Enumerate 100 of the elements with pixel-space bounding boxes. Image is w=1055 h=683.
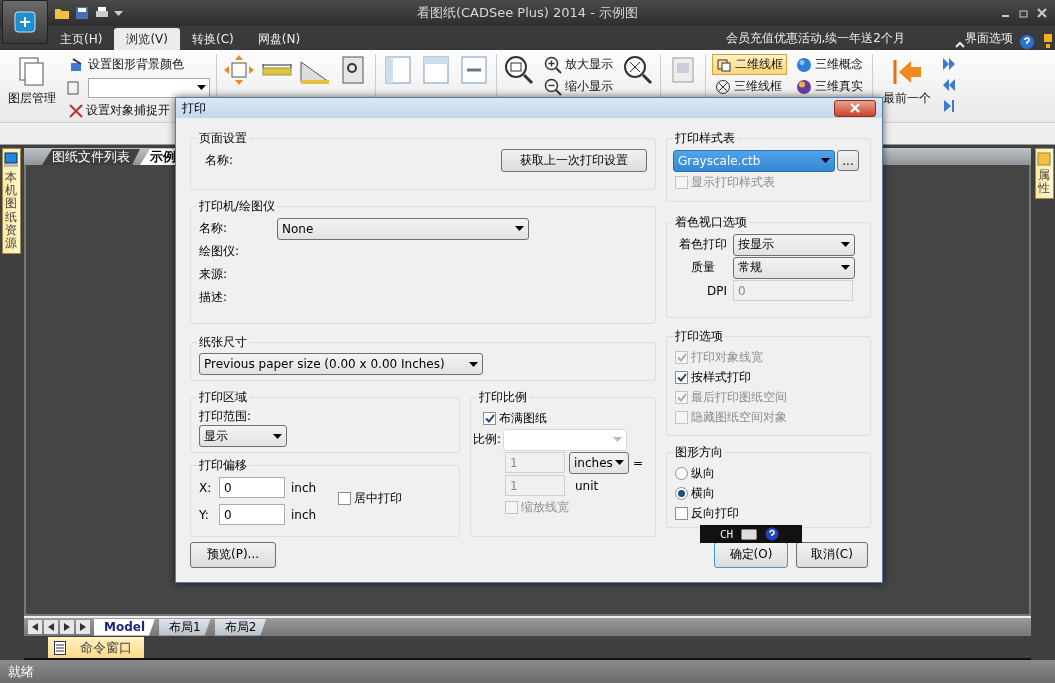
dropdown[interactable]: None [277,217,529,240]
interface-options-menu[interactable]: 界面选项 [965,29,1013,47]
zoom-out-icon[interactable] [544,77,562,96]
properties-icon [1037,152,1051,166]
sphere-icon [796,56,812,73]
check-icon [676,392,687,402]
computer-icon [4,152,18,168]
group-title: 打印选项 [674,328,724,345]
field-label: 来源: [199,266,228,283]
menu-tab[interactable]: 转换(C) [179,28,246,50]
zoom-in-icon[interactable] [544,55,562,74]
dropdown[interactable]: 按显示 [733,233,855,256]
menu-tab[interactable]: 浏览(V) [114,28,180,50]
keyboard-icon [741,528,758,540]
dropdown[interactable]: 常规 [733,256,855,279]
first-button[interactable]: 最前一个 [879,54,935,109]
group-title: 打印区域 [198,389,248,406]
restore-icon[interactable] [1019,8,1029,18]
field-label: 描述: [199,289,228,306]
layout-tab[interactable]: 布局2 [214,618,267,636]
caret-icon [613,437,623,442]
caret-icon [615,460,624,465]
equals-sign: = [633,455,644,470]
promo-link[interactable]: 会员充值优惠活动,续一年送2个月 [725,29,905,47]
unit-label: inch [291,480,317,495]
side-panel-label: 属性 [1038,169,1050,196]
field-label: Y: [199,507,210,522]
app-logo-icon [12,9,38,35]
visual-style-button[interactable]: 二维线框 [712,54,787,75]
caret-icon [469,361,478,367]
nav-button[interactable] [44,620,58,634]
background-color-button[interactable]: 设置图形背景颜色 [66,54,210,75]
nav-button[interactable] [60,620,74,634]
group-title: 打印样式表 [674,130,736,147]
layer-manager-button[interactable]: 图层管理 [4,54,60,109]
y-offset-input[interactable]: 0 [219,504,285,525]
close-icon [850,103,860,113]
layout-tab[interactable]: Model [94,618,156,636]
help-icon[interactable] [1019,34,1035,50]
close-button[interactable] [834,99,876,117]
help-icon [765,527,780,541]
square-icon [716,56,732,73]
ime-toolbar[interactable]: CH [700,525,802,543]
group-title: 纸张尺寸 [198,334,248,351]
caret-icon [114,10,123,16]
checkbox[interactable]: 布满图纸 [483,408,647,428]
zoom-icon[interactable] [503,54,535,86]
ok-button[interactable]: 确定(O) [714,541,788,568]
checkbox[interactable]: 居中打印 [338,488,403,508]
save-icon[interactable] [74,5,90,21]
checkbox[interactable]: 反向打印 [675,503,862,523]
visual-style-button[interactable]: 三维真实 [793,76,866,97]
layout-tab[interactable]: 布局1 [159,618,211,636]
check-icon [676,352,687,362]
document-tab[interactable]: 图纸文件列表 [42,149,140,165]
radio-button[interactable]: 纵向 [675,463,862,483]
dropdown[interactable]: Previous paper size (0.00 x 0.00 Inches) [199,353,483,375]
app-menu-button[interactable] [2,0,48,44]
group-title: 页面设置 [198,130,248,147]
status-text: 就绪 [0,660,1055,683]
command-window-tab[interactable]: 命令窗口 [48,637,144,658]
zoom-in-button[interactable]: 放大显示 [541,54,616,75]
nav-button[interactable] [76,620,90,634]
cancel-button[interactable]: 取消(C) [796,541,868,568]
side-panel-tab[interactable]: 本机图纸资源 [1,148,21,255]
preview-button[interactable]: 预览(P)... [190,541,276,568]
field-label: 名称: [199,220,229,237]
group-title: 打印偏移 [198,457,248,474]
layer-dropdown[interactable] [88,77,210,98]
ime-language: CH [720,527,734,541]
caret-icon [841,265,850,270]
radio-button[interactable]: 横向 [675,483,862,503]
menu-tab[interactable]: 网盘(N) [245,28,313,50]
dropdown[interactable]: inches [569,451,629,474]
menu-tab[interactable]: 主页(H) [48,28,115,50]
sphere-icon [715,78,731,95]
zoom-out-button[interactable]: 缩小显示 [541,76,616,97]
visual-style-button[interactable]: 三维线框 [712,76,787,97]
side-panel-tab[interactable]: 属性 [1034,148,1054,200]
field-label: X: [199,480,213,495]
caret-icon [197,85,206,90]
browse-button[interactable]: ... [837,150,859,171]
group-title: 打印比例 [478,389,528,406]
zoom-extents-icon[interactable] [622,54,654,86]
check-icon [484,413,495,423]
dropdown[interactable]: 显示 [199,425,287,447]
checkbox[interactable]: 按样式打印 [675,367,862,387]
field-label: 打印范围: [199,409,252,423]
x-offset-input[interactable]: 0 [219,477,285,498]
collapse-icon[interactable] [955,40,965,50]
group-title: 图形方向 [674,444,724,461]
nav-button[interactable] [28,620,42,634]
group-title: 着色视口选项 [674,214,748,231]
field-label: 质量 [690,259,716,276]
caret-icon [821,158,830,163]
close-icon[interactable] [1037,8,1047,18]
unit-label: inch [291,507,317,522]
visual-style-button[interactable]: 三维概念 [793,54,866,75]
field-label: DPI [706,283,727,298]
fetch-settings-button[interactable]: 获取上一次打印设置 [501,149,647,172]
